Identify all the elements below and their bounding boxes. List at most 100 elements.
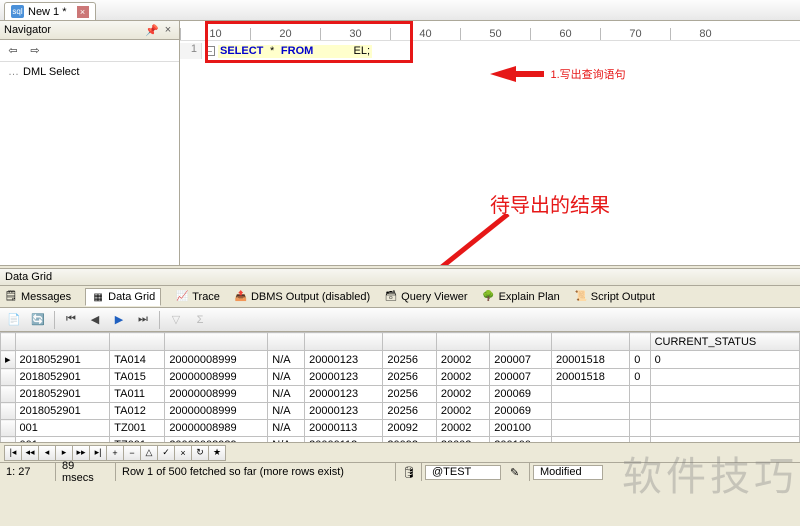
next-icon[interactable]: ▶ [109, 310, 129, 330]
tab-messages[interactable]: 🗒Messages [4, 290, 71, 304]
sql-editor[interactable]: 1020304050607080 1 − SELECT * FROM EL; 1… [180, 21, 800, 265]
cell[interactable]: 2018052901 [15, 351, 110, 369]
cell[interactable]: 20000008999 [165, 351, 268, 369]
cell[interactable]: 20001518 [551, 369, 629, 386]
cell[interactable] [650, 420, 799, 437]
cell[interactable]: 0 [630, 351, 650, 369]
cell[interactable]: 20256 [383, 351, 436, 369]
cell[interactable]: 20002 [436, 420, 489, 437]
cell[interactable]: 001 [15, 420, 110, 437]
cell[interactable]: 20256 [383, 369, 436, 386]
pin-icon[interactable]: 📌 [145, 23, 159, 37]
export-icon[interactable]: 📄 [4, 310, 24, 330]
cell[interactable]: 0 [650, 351, 799, 369]
tab-explain-plan[interactable]: 🌳Explain Plan [482, 290, 560, 304]
cell[interactable] [551, 386, 629, 403]
data-grid[interactable]: CURRENT_STATUS ▸2018052901TA014200000089… [0, 332, 800, 442]
cell[interactable]: TA014 [110, 351, 165, 369]
rec-prev-icon[interactable]: ◂ [38, 445, 56, 461]
cell[interactable] [630, 420, 650, 437]
cell[interactable] [650, 386, 799, 403]
cell[interactable]: N/A [268, 351, 305, 369]
nav-next-icon[interactable]: ⇨ [26, 42, 44, 60]
cell[interactable]: 20000123 [305, 386, 383, 403]
cell[interactable]: 20000008989 [165, 420, 268, 437]
rec-commit-icon[interactable]: ✓ [157, 445, 175, 461]
cell[interactable]: 20002 [436, 386, 489, 403]
tab-trace[interactable]: 📈Trace [175, 290, 220, 304]
rec-next-icon[interactable]: ▸ [55, 445, 73, 461]
cell[interactable]: 20256 [383, 386, 436, 403]
cell[interactable]: 20000123 [305, 369, 383, 386]
cell[interactable] [650, 369, 799, 386]
panel-close-icon[interactable]: × [161, 23, 175, 37]
rec-prev-page-icon[interactable]: ◂◂ [21, 445, 39, 461]
table-row[interactable]: 2018052901TA01120000008999N/A20000123202… [1, 386, 800, 403]
cell[interactable]: 20256 [383, 403, 436, 420]
tab-new1[interactable]: sql New 1 * × [4, 2, 96, 20]
cell[interactable]: TZ001 [110, 420, 165, 437]
cell[interactable]: 20000123 [305, 403, 383, 420]
tab-script-output[interactable]: 📜Script Output [574, 290, 655, 304]
cell[interactable]: 200100 [490, 420, 552, 437]
close-icon[interactable]: × [77, 6, 89, 18]
col-current-status[interactable]: CURRENT_STATUS [650, 333, 799, 351]
tab-data-grid[interactable]: ▦Data Grid [85, 288, 161, 306]
refresh-icon[interactable]: 🔄 [28, 310, 48, 330]
rec-cancel-icon[interactable]: × [174, 445, 192, 461]
navigator-tree[interactable]: DML Select [0, 62, 179, 265]
rec-del-icon[interactable]: − [123, 445, 141, 461]
cell[interactable] [551, 403, 629, 420]
filter-icon[interactable]: ▽ [166, 310, 186, 330]
sum-icon[interactable]: Σ [190, 310, 210, 330]
cell[interactable]: 200069 [490, 386, 552, 403]
rec-first-icon[interactable]: |◂ [4, 445, 22, 461]
table-row[interactable]: 2018052901TA01220000008999N/A20000123202… [1, 403, 800, 420]
cell[interactable]: N/A [268, 403, 305, 420]
table-row[interactable]: 2018052901TA01520000008999N/A20000123202… [1, 369, 800, 386]
cell[interactable]: 20002 [436, 403, 489, 420]
tab-query-viewer[interactable]: 🗃Query Viewer [384, 290, 467, 304]
cell[interactable]: 20000008999 [165, 386, 268, 403]
cell[interactable]: 20000113 [305, 420, 383, 437]
rec-last-icon[interactable]: ▸| [89, 445, 107, 461]
cell[interactable]: 2018052901 [15, 403, 110, 420]
cell[interactable]: N/A [268, 420, 305, 437]
cell[interactable]: 20092 [383, 420, 436, 437]
cell[interactable]: 20000008999 [165, 403, 268, 420]
cell[interactable]: 20002 [436, 369, 489, 386]
nav-prev-icon[interactable]: ⇦ [4, 42, 22, 60]
cell[interactable] [551, 420, 629, 437]
cell[interactable]: 200007 [490, 351, 552, 369]
rec-next-page-icon[interactable]: ▸▸ [72, 445, 90, 461]
rec-bookmark-icon[interactable]: ★ [208, 445, 226, 461]
cell[interactable]: TA012 [110, 403, 165, 420]
cell[interactable] [630, 386, 650, 403]
table-row[interactable]: 001TZ00120000008989N/A200001132009220002… [1, 420, 800, 437]
cell[interactable]: 2018052901 [15, 369, 110, 386]
cell[interactable] [650, 403, 799, 420]
cell[interactable]: 0 [630, 369, 650, 386]
prev-icon[interactable]: ◀ [85, 310, 105, 330]
cell[interactable] [630, 403, 650, 420]
cell[interactable]: 200007 [490, 369, 552, 386]
cell[interactable]: TA011 [110, 386, 165, 403]
rec-refresh-icon[interactable]: ↻ [191, 445, 209, 461]
rec-add-icon[interactable]: + [106, 445, 124, 461]
table-row[interactable]: ▸2018052901TA01420000008999N/A2000012320… [1, 351, 800, 369]
last-icon[interactable]: ⏭ [133, 310, 153, 330]
fold-icon[interactable]: − [205, 46, 215, 56]
cell[interactable]: N/A [268, 369, 305, 386]
cell[interactable]: TA015 [110, 369, 165, 386]
cell[interactable]: 20000123 [305, 351, 383, 369]
tree-item-dml-select[interactable]: DML Select [8, 66, 171, 78]
cell[interactable]: 20002 [436, 351, 489, 369]
cell[interactable]: N/A [268, 386, 305, 403]
cell[interactable]: 200069 [490, 403, 552, 420]
sql-code[interactable]: SELECT * FROM EL; [218, 45, 372, 58]
cell[interactable]: 20001518 [551, 351, 629, 369]
cell[interactable]: 20000008999 [165, 369, 268, 386]
first-icon[interactable]: ⏮ [61, 310, 81, 330]
rec-edit-icon[interactable]: △ [140, 445, 158, 461]
cell[interactable]: 2018052901 [15, 386, 110, 403]
